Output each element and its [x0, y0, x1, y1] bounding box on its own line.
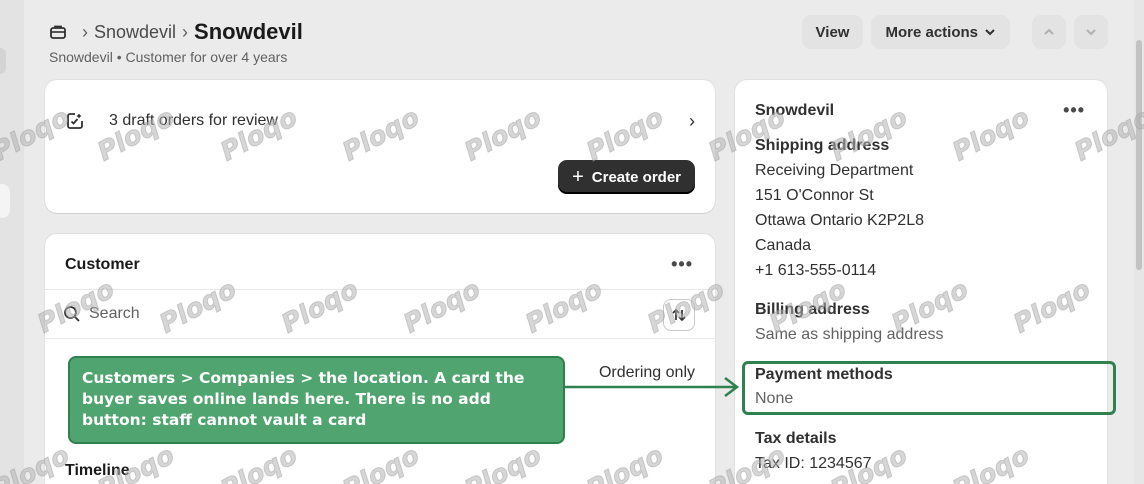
customer-card-title: Customer — [65, 256, 140, 273]
create-order-label: Create order — [591, 168, 681, 186]
plus-icon: + — [572, 166, 584, 188]
chevron-right-icon: › — [689, 110, 695, 131]
view-button-label: View — [815, 23, 850, 41]
previous-customer-button[interactable] — [1032, 15, 1066, 49]
more-options-icon[interactable]: ••• — [671, 254, 693, 275]
briefcase-icon[interactable] — [48, 22, 68, 42]
company-name: Snowdevil — [755, 102, 835, 119]
sort-button[interactable] — [663, 299, 695, 331]
billing-address-value: Same as shipping address — [755, 326, 944, 343]
shipping-phone: +1 613-555-0114 — [755, 262, 877, 279]
left-nav-rail — [0, 0, 24, 484]
more-actions-label: More actions — [885, 23, 978, 41]
shipping-address-label: Shipping address — [755, 137, 890, 154]
scrollbar-thumb[interactable] — [1136, 40, 1142, 270]
next-customer-button[interactable] — [1074, 15, 1108, 49]
draft-order-icon — [65, 111, 85, 131]
create-order-button[interactable]: + Create order — [558, 160, 695, 194]
more-options-icon[interactable]: ••• — [1063, 100, 1085, 121]
page-header: › Snowdevil › Snowdevil Snowdevil • Cust… — [48, 15, 1108, 68]
tax-id: Tax ID: 1234567 — [755, 455, 872, 472]
company-details-card: Snowdevil ••• Shipping address Receiving… — [735, 80, 1107, 484]
payment-methods-highlight — [742, 361, 1116, 415]
page-scrollbar[interactable] — [1134, 0, 1144, 484]
chevron-down-icon — [1086, 29, 1096, 36]
draft-orders-card: 3 draft orders for review › + Create ord… — [45, 80, 715, 213]
shipping-line: Canada — [755, 237, 812, 254]
page-title: Snowdevil — [194, 19, 303, 44]
page-subtitle: Snowdevil • Customer for over 4 years — [49, 49, 288, 65]
customer-search-bar[interactable]: Search — [45, 289, 715, 339]
annotation-callout: Customers > Companies > the location. A … — [68, 356, 565, 444]
annotation-arrow — [565, 377, 740, 397]
chevron-up-icon — [1044, 28, 1054, 35]
more-actions-button[interactable]: More actions — [871, 15, 1010, 49]
tax-details-label: Tax details — [755, 430, 837, 447]
timeline-title: Timeline — [65, 462, 130, 479]
chevron-down-icon — [985, 29, 995, 36]
billing-address-label: Billing address — [755, 301, 870, 318]
draft-orders-link[interactable]: 3 draft orders for review › — [65, 108, 695, 134]
chevron-right-icon: › — [82, 21, 88, 42]
nav-rail-tab[interactable] — [0, 48, 6, 74]
search-icon — [63, 305, 81, 323]
shipping-line: Receiving Department — [755, 162, 914, 179]
header-actions: View More actions — [801, 15, 1108, 49]
sort-icon — [672, 308, 686, 322]
draft-orders-text: 3 draft orders for review — [109, 112, 278, 129]
chevron-right-icon: › — [182, 21, 189, 42]
shipping-line: Ottawa Ontario K2P2L8 — [755, 212, 924, 229]
view-button[interactable]: View — [801, 15, 864, 49]
shipping-line: 151 O'Connor St — [755, 187, 874, 204]
nav-rail-selected-tab[interactable] — [0, 184, 10, 218]
search-input[interactable]: Search — [89, 305, 140, 323]
breadcrumb-parent-link[interactable]: Snowdevil — [94, 22, 176, 43]
